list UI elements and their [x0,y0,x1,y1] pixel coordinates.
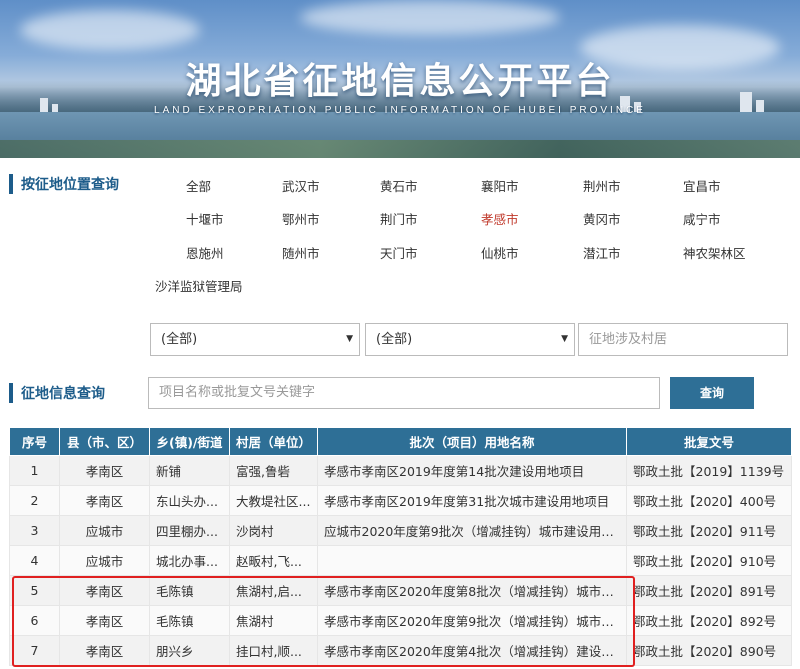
cell-county: 孝南区 [59,635,150,666]
cell-project[interactable]: 孝感市孝南区2020年度第4批次（增减挂钩）建设用... [317,635,627,666]
cell-town: 毛陈镇 [149,605,230,636]
table-row[interactable]: 6 孝南区 毛陈镇 焦湖村 孝感市孝南区2020年度第9批次（增减挂钩）城市建... 鄂政… [9,605,792,636]
cell-town: 四里棚办... [149,515,230,546]
table-row[interactable]: 7 孝南区 朋兴乡 挂口村,顺... 孝感市孝南区2020年度第4批次（增减挂钩）建设用… [9,635,792,666]
table-row[interactable]: 1 孝南区 新铺 富强,鲁砦 孝感市孝南区2019年度第14批次建设用地项目 鄂政土批【2… [9,455,792,486]
site-title: 湖北省征地信息公开平台 [185,61,615,102]
section-marker [9,383,13,403]
cell-county: 应城市 [59,545,150,576]
region-link[interactable]: 宜昌市 [683,176,721,195]
info-section-title: 征地信息查询 [9,383,105,403]
region-link[interactable]: 荆门市 [380,209,418,228]
cell-county: 孝南区 [59,455,150,486]
cell-index: 4 [9,545,60,576]
table-row[interactable]: 2 孝南区 东山头办... 大教堤社区... 孝感市孝南区2019年度第31批次城市建设… [9,485,792,516]
cell-project[interactable]: 孝感市孝南区2019年度第31批次城市建设用地项目 [317,485,627,516]
region-link[interactable]: 沙洋监狱管理局 [155,276,243,295]
region-link[interactable]: 恩施州 [186,243,224,262]
cell-county: 应城市 [59,515,150,546]
table-row[interactable]: 3 应城市 四里棚办... 沙岗村 应城市2020年度第9批次（增减挂钩）城市建设用地.… [9,515,792,546]
col-header-village[interactable]: 村居（单位） [229,427,318,456]
cell-county: 孝南区 [59,575,150,606]
cell-village: 大教堤社区... [229,485,318,516]
cell-approval: 鄂政土批【2020】910号 [626,545,792,576]
cell-county: 孝南区 [59,485,150,516]
cell-village: 富强,鲁砦 [229,455,318,486]
cell-project[interactable]: 孝感市孝南区2019年度第14批次建设用地项目 [317,455,627,486]
table-row[interactable]: 4 应城市 城北办事... 赵畈村,飞... 鄂政土批【2020】910号 [9,545,792,576]
cell-village: 焦湖村,启... [229,575,318,606]
chevron-down-icon: ▼ [346,334,353,344]
search-input[interactable]: 项目名称或批复文号关键字 [148,377,660,409]
region-link[interactable]: 荆州市 [583,176,621,195]
cell-approval: 鄂政土批【2020】400号 [626,485,792,516]
cell-approval: 鄂政土批【2020】891号 [626,575,792,606]
col-header-approval[interactable]: 批复文号 [626,427,792,456]
cell-town: 城北办事... [149,545,230,576]
cell-county: 孝南区 [59,605,150,636]
county-select[interactable]: (全部) ▼ [150,323,360,356]
region-link[interactable]: 鄂州市 [282,209,320,228]
region-link[interactable]: 武汉市 [282,176,320,195]
cell-project[interactable]: 应城市2020年度第9批次（增减挂钩）城市建设用地... [317,515,627,546]
cell-town: 新铺 [149,455,230,486]
site-subtitle: LAND EXPROPRIATION PUBLIC INFORMATION OF… [154,105,646,116]
region-link[interactable]: 黄冈市 [583,209,621,228]
col-header-county[interactable]: 县（市、区） [59,427,150,456]
region-link[interactable]: 全部 [186,176,211,195]
col-header-index[interactable]: 序号 [9,427,60,456]
cell-project[interactable]: 孝感市孝南区2020年度第8批次（增减挂钩）城市建... [317,575,627,606]
header-banner: 湖北省征地信息公开平台 LAND EXPROPRIATION PUBLIC IN… [0,0,800,158]
cell-approval: 鄂政土批【2019】1139号 [626,455,792,486]
region-link[interactable]: 随州市 [282,243,320,262]
region-link[interactable]: 黄石市 [380,176,418,195]
table-header-row: 序号 县（市、区） 乡(镇)/街道 村居（单位） 批次（项目）用地名称 批复文号 [9,427,792,456]
region-link[interactable]: 天门市 [380,243,418,262]
cell-index: 7 [9,635,60,666]
region-link[interactable]: 潜江市 [583,243,621,262]
search-button[interactable]: 查询 [670,377,754,409]
cell-index: 5 [9,575,60,606]
cell-approval: 鄂政土批【2020】890号 [626,635,792,666]
cell-village: 赵畈村,飞... [229,545,318,576]
col-header-project[interactable]: 批次（项目）用地名称 [317,427,627,456]
section-marker [9,174,13,194]
cell-village: 挂口村,顺... [229,635,318,666]
cell-index: 6 [9,605,60,636]
region-link[interactable]: 孝感市 [481,209,519,228]
cell-town: 东山头办... [149,485,230,516]
cell-index: 2 [9,485,60,516]
region-link[interactable]: 仙桃市 [481,243,519,262]
cell-village: 焦湖村 [229,605,318,636]
cell-index: 3 [9,515,60,546]
table-row[interactable]: 5 孝南区 毛陈镇 焦湖村,启... 孝感市孝南区2020年度第8批次（增减挂钩）城市建… [9,575,792,606]
region-link[interactable]: 咸宁市 [683,209,721,228]
cell-approval: 鄂政土批【2020】911号 [626,515,792,546]
cell-village: 沙岗村 [229,515,318,546]
region-link[interactable]: 神农架林区 [683,243,746,262]
cell-project[interactable] [317,545,627,576]
col-header-town[interactable]: 乡(镇)/街道 [149,427,230,456]
town-select[interactable]: (全部) ▼ [365,323,575,356]
cell-index: 1 [9,455,60,486]
cell-town: 毛陈镇 [149,575,230,606]
region-link[interactable]: 襄阳市 [481,176,519,195]
chevron-down-icon: ▼ [561,334,568,344]
cell-approval: 鄂政土批【2020】892号 [626,605,792,636]
cell-town: 朋兴乡 [149,635,230,666]
location-section-title: 按征地位置查询 [9,174,119,194]
region-link[interactable]: 十堰市 [186,209,224,228]
village-input[interactable]: 征地涉及村居 [578,323,788,356]
cell-project[interactable]: 孝感市孝南区2020年度第9批次（增减挂钩）城市建... [317,605,627,636]
results-table: 序号 县（市、区） 乡(镇)/街道 村居（单位） 批次（项目）用地名称 批复文号… [9,427,792,666]
